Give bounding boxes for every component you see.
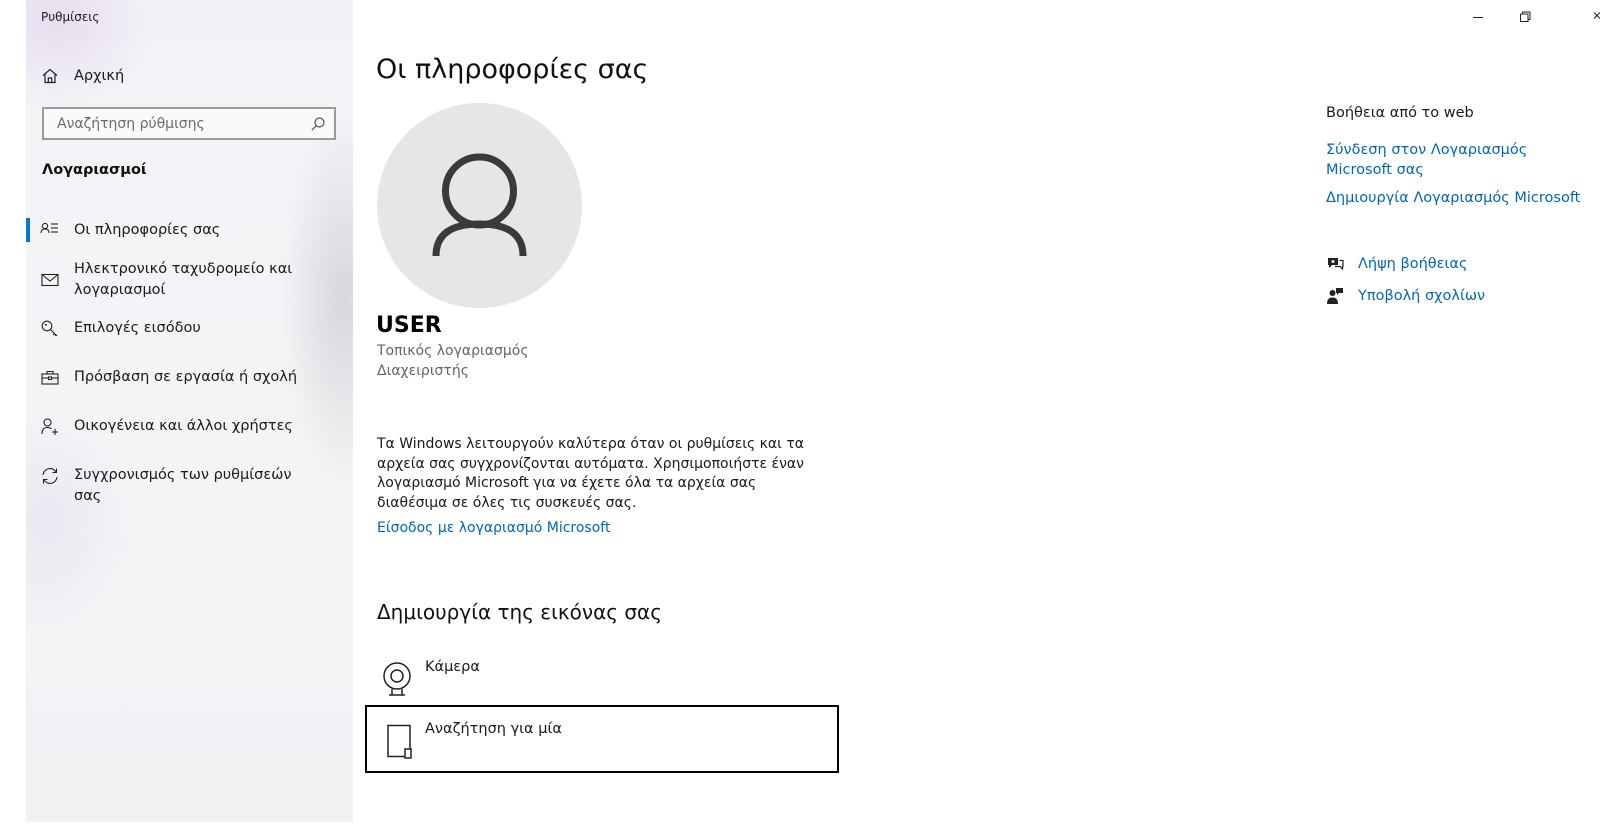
create-picture-title: Δημιουργία της εικόνας σας	[377, 600, 662, 624]
sidebar-item-label: Πρόσβαση σε εργασία ή σχολή	[74, 369, 298, 385]
help-title: Βοήθεια από το web	[1326, 105, 1474, 121]
signin-microsoft-account-link[interactable]: Σύνδεση στον Λογαριασμός Microsoft σας	[1326, 140, 1596, 180]
avatar	[377, 103, 582, 308]
close-icon[interactable]	[1580, 9, 1600, 25]
account-type: Τοπικός λογαριασμός	[377, 343, 529, 359]
sidebar-item-label: Συγχρονισμός των ρυθμίσεών σας	[74, 467, 292, 504]
sidebar-home[interactable]: Αρχική	[41, 64, 124, 88]
feedback-icon	[1327, 288, 1343, 304]
minimize-icon[interactable]	[1468, 9, 1488, 25]
app-title: Ρυθμίσεις	[41, 10, 100, 24]
sidebar-item-label: Οι πληροφορίες σας	[74, 222, 221, 238]
feedback-link[interactable]: Υποβολή σχολίων	[1326, 287, 1485, 305]
briefcase-icon	[41, 370, 59, 385]
help-chat-icon	[1328, 258, 1344, 271]
camera-icon	[383, 662, 411, 696]
sidebar-item-label: Οικογένεια και άλλοι χρήστες	[74, 418, 293, 434]
create-microsoft-account-link[interactable]: Δημιουργία Λογαριασμός Microsoft	[1326, 188, 1596, 208]
sidebar-section-title: Λογαριασμοί	[42, 162, 147, 178]
sidebar-item-family-users[interactable]: Οικογένεια και άλλοι χρήστες	[26, 416, 353, 440]
search-input[interactable]	[55, 114, 295, 133]
browse-label: Αναζήτηση για μία	[425, 721, 562, 737]
sidebar-item-work-school[interactable]: Πρόσβαση σε εργασία ή σχολή	[26, 367, 353, 391]
account-role: Διαχειριστής	[377, 363, 469, 379]
get-help-label: Λήψη βοήθειας	[1358, 256, 1468, 272]
mail-icon	[41, 273, 59, 287]
feedback-label: Υποβολή σχολίων	[1358, 288, 1486, 304]
restore-icon[interactable]	[1515, 9, 1535, 25]
get-help-link[interactable]: Λήψη βοήθειας	[1326, 255, 1467, 273]
home-icon	[42, 68, 58, 84]
sync-description: Τα Windows λειτουργούν καλύτερα όταν οι …	[377, 436, 805, 511]
sidebar-item-label: Ηλεκτρονικό ταχυδρομείο και λογαριασμοί	[74, 261, 293, 298]
sidebar-item-sync-settings[interactable]: Συγχρονισμός των ρυθμίσεών σας	[26, 465, 353, 504]
key-icon	[41, 320, 58, 337]
sidebar-home-label: Αρχική	[74, 68, 125, 84]
file-icon	[387, 724, 412, 759]
sidebar-item-email-accounts[interactable]: Ηλεκτρονικό ταχυδρομείο και λογαριασμοί	[26, 259, 353, 303]
user-info-icon	[40, 222, 58, 234]
search-box[interactable]	[42, 107, 336, 140]
camera-option[interactable]: Κάμερα	[377, 656, 837, 700]
user-name: USER	[376, 313, 442, 338]
sidebar-item-label: Επιλογές εισόδου	[74, 320, 201, 336]
sidebar-item-signin-options[interactable]: Επιλογές εισόδου	[26, 318, 353, 342]
sidebar-item-your-info[interactable]: Οι πληροφορίες σας	[26, 218, 353, 244]
user-icon	[432, 153, 527, 257]
camera-label: Κάμερα	[425, 659, 480, 675]
page-title: Οι πληροφορίες σας	[376, 54, 649, 85]
sidebar: Ρυθμίσεις Αρχική Λογαριασμοί Οι πληροφορ…	[26, 0, 353, 822]
add-person-icon	[41, 418, 58, 435]
browse-option[interactable]: Αναζήτηση για μία	[365, 705, 839, 773]
ms-signin-link[interactable]: Είσοδος με λογαριασμό Microsoft	[377, 520, 610, 536]
search-icon[interactable]	[310, 116, 326, 132]
sync-icon	[42, 468, 58, 484]
